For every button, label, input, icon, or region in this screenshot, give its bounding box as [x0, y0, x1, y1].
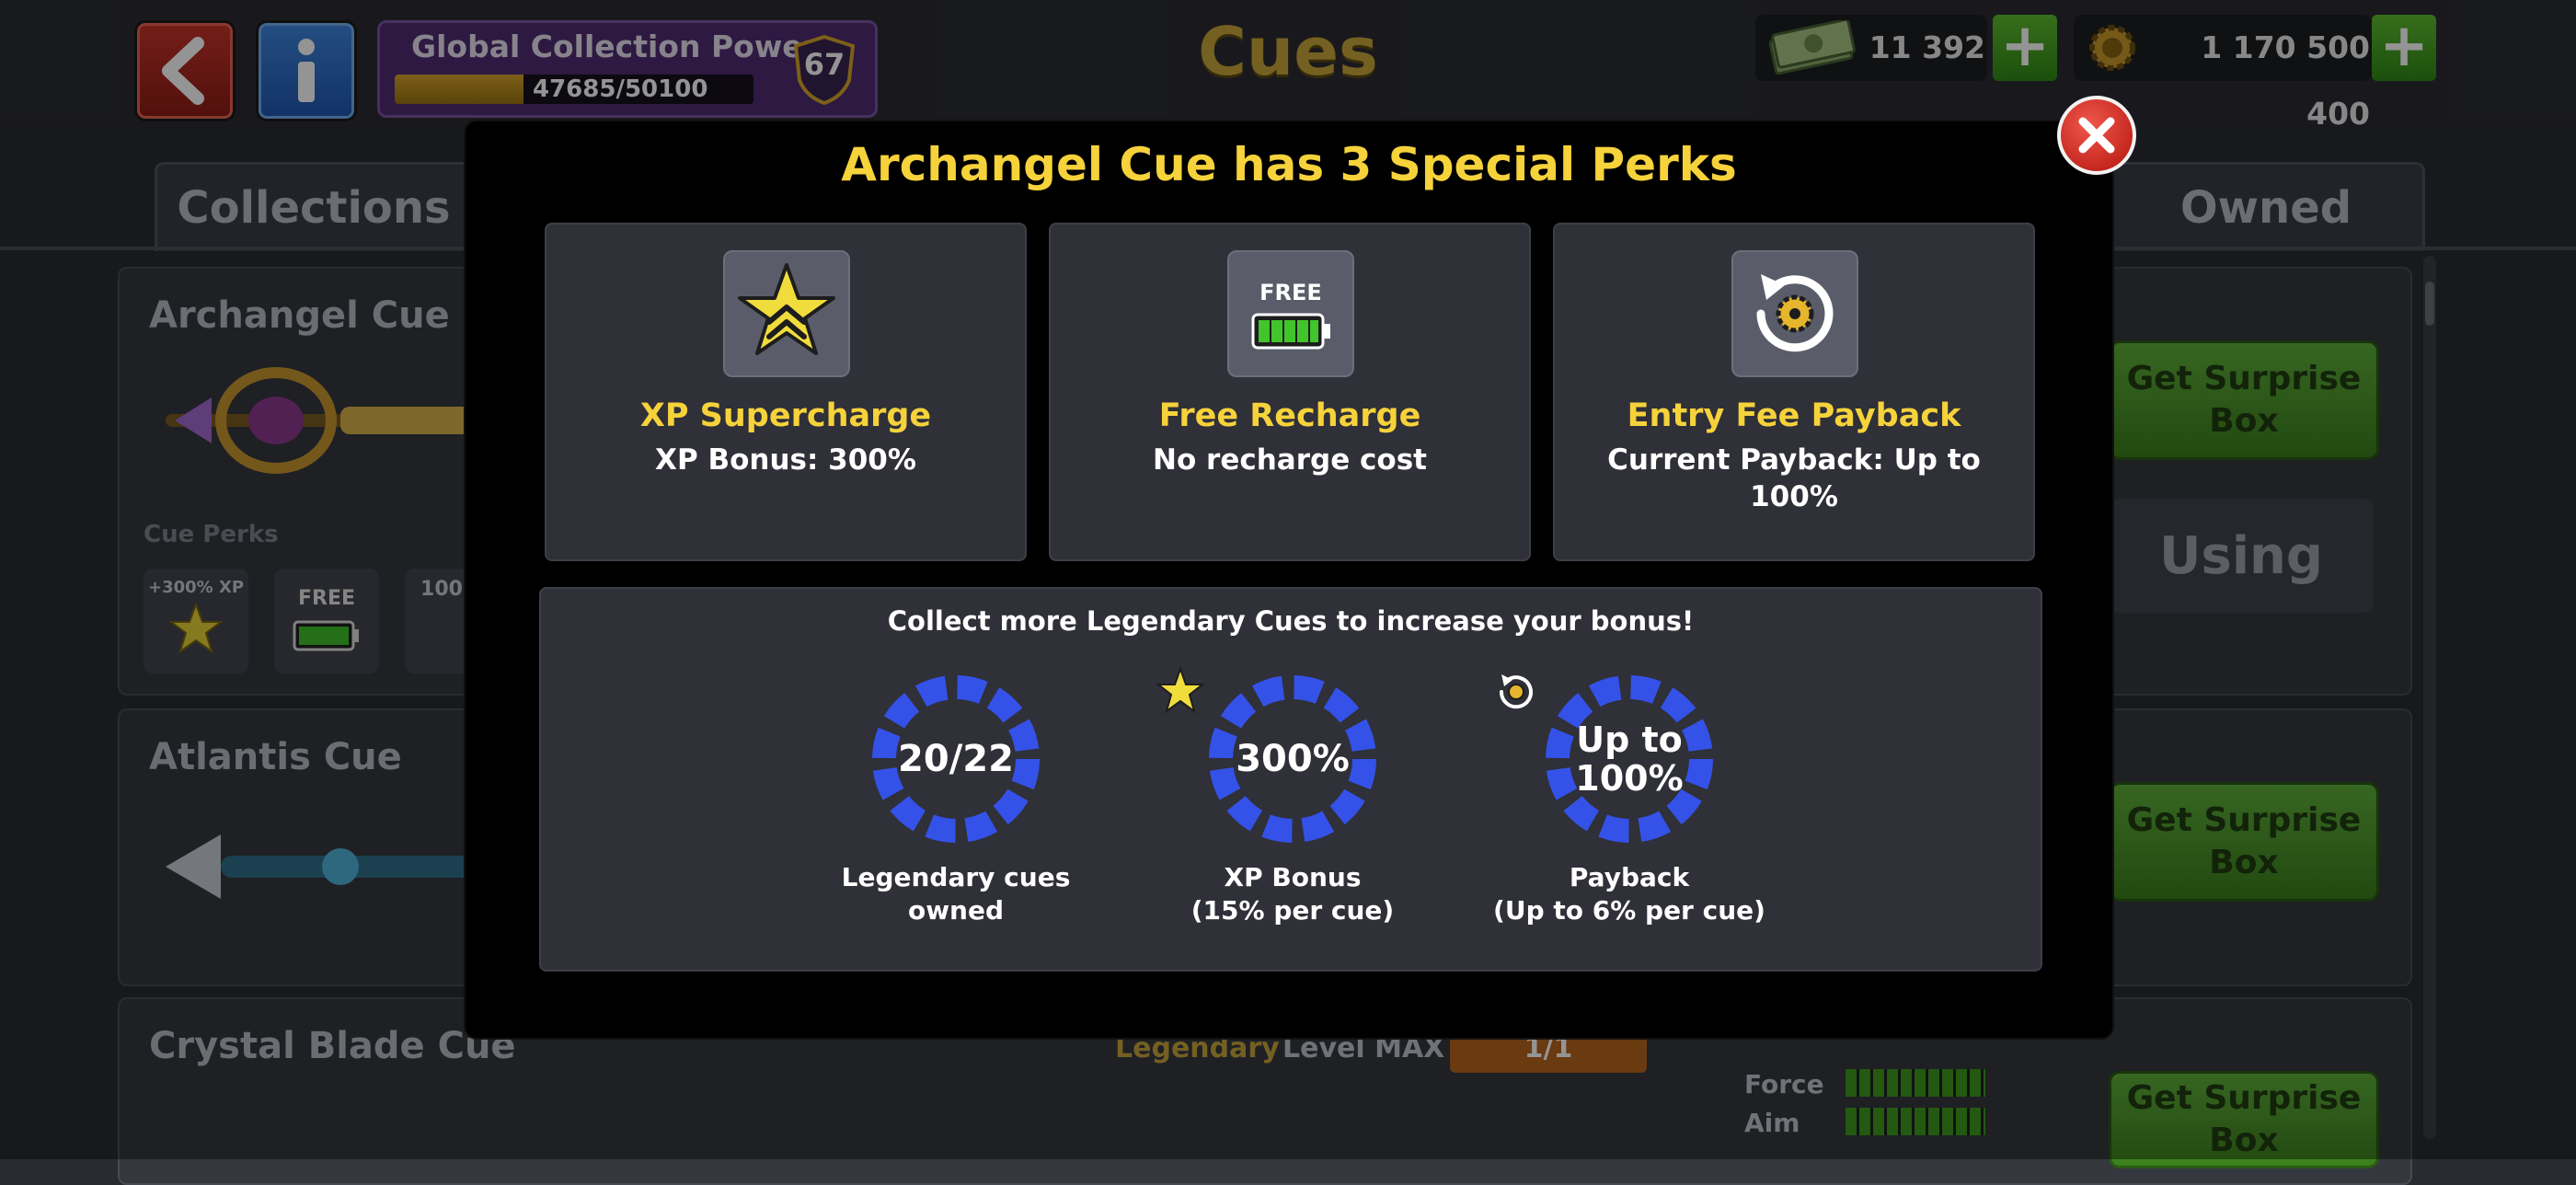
ring-label-line2: owned	[907, 895, 1005, 926]
perk-card-entry-fee-payback: Entry Fee Payback Current Payback: Up to…	[1553, 223, 2035, 561]
perk-card-xp-supercharge: XP Supercharge XP Bonus: 300%	[545, 223, 1027, 561]
ring-value: 20/22	[898, 738, 1014, 780]
ring-value: Up to 100%	[1542, 672, 1717, 846]
ring-value-line1: Up to	[1576, 719, 1683, 760]
perk-name: Entry Fee Payback	[1627, 397, 1961, 434]
perk-name: Free Recharge	[1158, 397, 1421, 434]
xp-bonus-ring: 300%	[1205, 672, 1380, 846]
close-icon	[2078, 117, 2115, 154]
battery-icon	[1251, 313, 1330, 350]
perks-modal: Archangel Cue has 3 Special Perks XP Sup…	[464, 120, 2114, 1040]
perk-icon-frame	[1731, 250, 1858, 377]
battery-free-label: FREE	[1259, 280, 1322, 305]
ring-label-line1: Legendary cues	[841, 862, 1071, 892]
perk-description: XP Bonus: 300%	[655, 443, 916, 477]
bonus-heading: Collect more Legendary Cues to increase …	[887, 605, 1695, 637]
perk-icon-frame	[723, 250, 850, 377]
legendary-owned-ring: 20/22	[868, 672, 1043, 846]
ring-label-line2: (15% per cue)	[1190, 895, 1395, 926]
coin-refresh-icon	[1499, 674, 1533, 709]
ring-label: XP Bonus (15% per cue)	[1145, 861, 1440, 927]
ring-label: Payback (Up to 6% per cue)	[1482, 861, 1777, 927]
ring-label-line2: (Up to 6% per cue)	[1493, 895, 1765, 926]
bonus-panel: Collect more Legendary Cues to increase …	[539, 587, 2042, 972]
perk-icon-frame: FREE	[1227, 250, 1354, 377]
ring-label: Legendary cues owned	[809, 861, 1103, 927]
perk-name: XP Supercharge	[639, 397, 932, 434]
ring-label-line1: Payback	[1569, 862, 1690, 892]
perk-card-free-recharge: FREE Free Recharge No recharge cost	[1049, 223, 1531, 561]
modal-title: Archangel Cue has 3 Special Perks	[841, 138, 1737, 191]
ring-value-line2: 100%	[1575, 758, 1684, 799]
perk-description: No recharge cost	[1153, 443, 1427, 477]
payback-ring: Up to 100%	[1542, 672, 1717, 846]
star-chevron-icon	[738, 263, 835, 355]
perk-description: Current Payback: Up to 100%	[1607, 443, 1981, 513]
close-button[interactable]	[2057, 96, 2136, 175]
ring-value: 300%	[1236, 738, 1350, 780]
coin-refresh-icon	[1756, 274, 1834, 352]
star-chevron-icon	[1156, 666, 1205, 714]
ring-label-line1: XP Bonus	[1224, 862, 1362, 892]
